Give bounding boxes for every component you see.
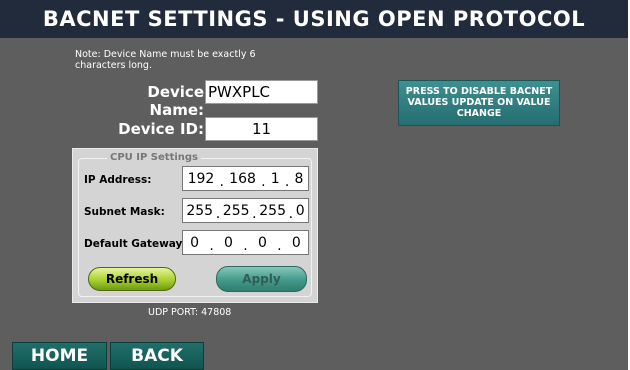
default-gateway-field[interactable]: 0 . 0 . 0 . 0 xyxy=(182,230,309,255)
refresh-button[interactable]: Refresh xyxy=(88,267,176,291)
page-title: BACNET SETTINGS - USING OPEN PROTOCOL xyxy=(0,0,628,38)
default-gateway-octet-4[interactable]: 0 xyxy=(292,235,301,251)
octet-separator: . xyxy=(288,205,294,222)
apply-button[interactable]: Apply xyxy=(216,266,307,292)
subnet-mask-field[interactable]: 255 . 255 . 255 . 0 xyxy=(182,198,309,223)
octet-separator: . xyxy=(252,205,257,222)
octet-separator: . xyxy=(261,173,266,190)
octet-separator: . xyxy=(215,205,221,222)
subnet-mask-label: Subnet Mask: xyxy=(84,206,165,218)
subnet-mask-octet-3[interactable]: 255 xyxy=(259,203,286,219)
octet-separator: . xyxy=(209,237,214,254)
ip-address-octet-3[interactable]: 1 xyxy=(271,171,280,187)
device-name-field[interactable]: PWXPLC xyxy=(205,80,318,104)
subnet-mask-octet-2[interactable]: 255 xyxy=(223,203,250,219)
device-id-label: Device ID: xyxy=(118,120,204,138)
default-gateway-octet-2[interactable]: 0 xyxy=(224,235,233,251)
octet-separator: . xyxy=(219,173,224,190)
ip-address-octet-4[interactable]: 8 xyxy=(294,171,303,187)
ip-address-label: IP Address: xyxy=(84,174,152,186)
cpu-ip-settings-legend: CPU IP Settings xyxy=(107,152,202,163)
ip-address-octet-1[interactable]: 192 xyxy=(188,171,215,187)
udp-port-label: UDP PORT: 47808 xyxy=(148,307,232,318)
hmi-screen: BACNET SETTINGS - USING OPEN PROTOCOL No… xyxy=(0,0,628,370)
octet-separator: . xyxy=(277,237,282,254)
device-name-note: Note: Device Name must be exactly 6 char… xyxy=(75,49,256,71)
octet-separator: . xyxy=(243,237,248,254)
subnet-mask-octet-4[interactable]: 0 xyxy=(296,203,305,219)
ip-address-octet-2[interactable]: 168 xyxy=(229,171,256,187)
ip-address-field[interactable]: 192 . 168 . 1 . 8 xyxy=(182,166,309,191)
octet-separator: . xyxy=(284,173,290,190)
default-gateway-octet-3[interactable]: 0 xyxy=(258,235,267,251)
back-button[interactable]: BACK xyxy=(110,342,204,370)
subnet-mask-octet-1[interactable]: 255 xyxy=(186,203,213,219)
default-gateway-label: Default Gateway: xyxy=(84,238,187,250)
disable-bacnet-update-button[interactable]: PRESS TO DISABLE BACNET VALUES UPDATE ON… xyxy=(398,80,560,126)
default-gateway-octet-1[interactable]: 0 xyxy=(190,235,199,251)
home-button[interactable]: HOME xyxy=(12,342,107,370)
device-id-field[interactable]: 11 xyxy=(205,117,318,141)
device-name-label: Device Name: xyxy=(147,83,204,119)
